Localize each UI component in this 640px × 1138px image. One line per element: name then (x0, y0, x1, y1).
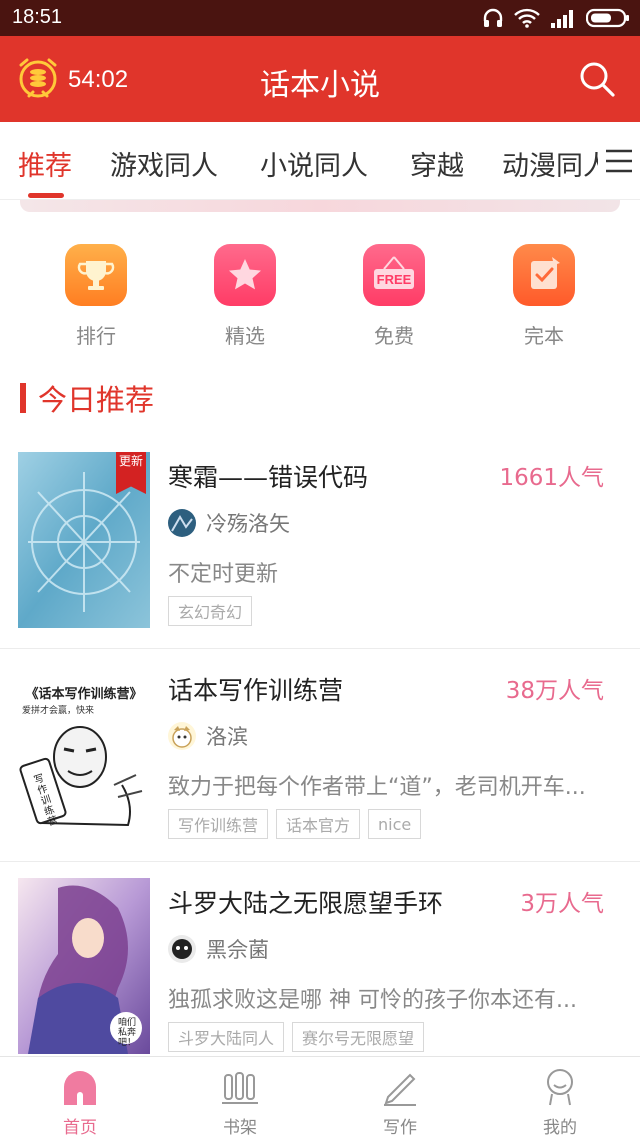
search-button[interactable] (578, 60, 616, 102)
app-header: 54:02 话本小说 (0, 36, 640, 122)
wifi-icon (514, 8, 540, 28)
speech-bubble-text: 咱们私奔吧！ (117, 1018, 136, 1048)
home-icon (58, 1065, 102, 1109)
tab-novel-fanfic[interactable]: 小说同人 (260, 144, 368, 183)
book-tag[interactable]: 话本官方 (276, 809, 361, 839)
nav-label: 书架 (223, 1118, 257, 1138)
bookshelf-icon (218, 1065, 262, 1109)
book-tag[interactable]: 写作训练营 (168, 809, 269, 839)
nav-label: 我的 (543, 1118, 577, 1138)
quick-nav-label: 排行 (76, 324, 116, 348)
avatar (168, 935, 196, 963)
quick-nav-completed[interactable]: 完本 (484, 244, 604, 349)
book-popularity: 3万人气 (520, 891, 604, 917)
book-item[interactable]: 《话本写作训练营》 爱拼才会赢，快来 写作训练营 话本写作训练营 38万人气 洛… (0, 649, 640, 862)
book-tag[interactable]: nice (368, 809, 422, 839)
book-title[interactable]: 话本写作训练营 (168, 671, 343, 707)
battery-icon (586, 8, 630, 28)
tab-recommend[interactable]: 推荐 (18, 144, 72, 183)
quick-nav-label: 免费 (374, 324, 414, 348)
book-tag[interactable]: 赛尔号无限愿望 (292, 1022, 425, 1052)
status-bar: 18:51 (0, 0, 640, 36)
nav-bookshelf[interactable]: 书架 (160, 1065, 320, 1138)
profile-icon (538, 1065, 582, 1109)
book-item[interactable]: 更新 寒霜——错误代码 1661人气 冷殇洛矢 不定时更新 玄幻奇幻 (0, 436, 640, 649)
book-tag[interactable]: 斗罗大陆同人 (168, 1022, 285, 1052)
nav-profile[interactable]: 我的 (480, 1065, 640, 1138)
book-tags: 斗罗大陆同人 赛尔号无限愿望 (168, 1022, 425, 1052)
search-icon (580, 62, 615, 97)
tab-anime-fanfic[interactable]: 动漫同人 (502, 144, 610, 183)
quick-nav-featured[interactable]: 精选 (185, 244, 305, 349)
book-tag[interactable]: 玄幻奇幻 (168, 596, 253, 626)
status-time: 18:51 (12, 6, 63, 28)
free-tag-text: FREE (377, 272, 412, 287)
book-author[interactable]: 冷殇洛矢 (168, 508, 290, 538)
headphones-icon (482, 7, 504, 29)
quick-nav-label: 精选 (225, 324, 265, 348)
book-title[interactable]: 斗罗大陆之无限愿望手环 (168, 884, 443, 920)
signal-icon (550, 8, 576, 28)
completed-book-icon (513, 244, 575, 306)
star-icon (214, 244, 276, 306)
book-tags: 玄幻奇幻 (168, 596, 253, 626)
bottom-nav: 首页 书架 写作 我的 (0, 1056, 640, 1138)
book-cover[interactable]: 《话本写作训练营》 爱拼才会赢，快来 写作训练营 (18, 665, 150, 841)
nav-label: 首页 (63, 1118, 97, 1138)
pen-icon (378, 1065, 422, 1109)
quick-nav-free[interactable]: FREE 免费 (334, 244, 454, 349)
book-item[interactable]: 咱们私奔吧！ 斗罗大陆之无限愿望手环 3万人气 黑佘菌 独孤求败这是哪 神 可怜… (0, 862, 640, 1075)
section-title: 今日推荐 (20, 380, 155, 417)
app-title: 话本小说 (260, 68, 380, 103)
section-title-bar (20, 383, 26, 413)
book-cover[interactable]: 更新 (18, 452, 150, 628)
avatar (168, 509, 196, 537)
nav-label: 写作 (383, 1118, 417, 1138)
quick-nav-ranking[interactable]: 排行 (36, 244, 156, 349)
book-popularity: 1661人气 (499, 465, 604, 491)
meme-face-image (19, 726, 143, 827)
trophy-icon (65, 244, 127, 306)
author-name: 洛滨 (206, 725, 248, 749)
active-tab-indicator (28, 193, 64, 198)
book-popularity: 38万人气 (505, 678, 604, 704)
quick-nav-label: 完本 (524, 324, 564, 348)
section-title-text: 今日推荐 (38, 383, 155, 417)
author-name: 黑佘菌 (206, 938, 269, 962)
status-icons (482, 6, 630, 30)
quick-nav: 排行 精选 FREE 免费 完本 (0, 244, 640, 354)
book-author[interactable]: 黑佘菌 (168, 934, 269, 964)
avatar (168, 722, 196, 750)
book-description: 致力于把每个作者带上“道”，老司机开车... (168, 775, 586, 800)
book-tags: 写作训练营 话本官方 nice (168, 809, 422, 839)
banner-carousel[interactable] (20, 200, 620, 212)
book-description: 不定时更新 (168, 562, 279, 587)
nav-write[interactable]: 写作 (320, 1065, 480, 1138)
book-author[interactable]: 洛滨 (168, 721, 248, 751)
menu-icon (606, 149, 632, 173)
tab-game-fanfic[interactable]: 游戏同人 (110, 144, 218, 183)
category-tabs: 推荐 游戏同人 小说同人 穿越 动漫同人 (0, 122, 640, 200)
more-tabs-button[interactable] (598, 122, 640, 199)
book-description: 独孤求败这是哪 神 可怜的孩子你本还有... (168, 988, 577, 1013)
book-cover[interactable]: 咱们私奔吧！ (18, 878, 150, 1054)
book-title[interactable]: 寒霜——错误代码 (168, 458, 368, 494)
free-tag-icon: FREE (363, 244, 425, 306)
tab-time-travel[interactable]: 穿越 (410, 144, 464, 183)
nav-home[interactable]: 首页 (0, 1065, 160, 1138)
author-name: 冷殇洛矢 (206, 512, 290, 536)
